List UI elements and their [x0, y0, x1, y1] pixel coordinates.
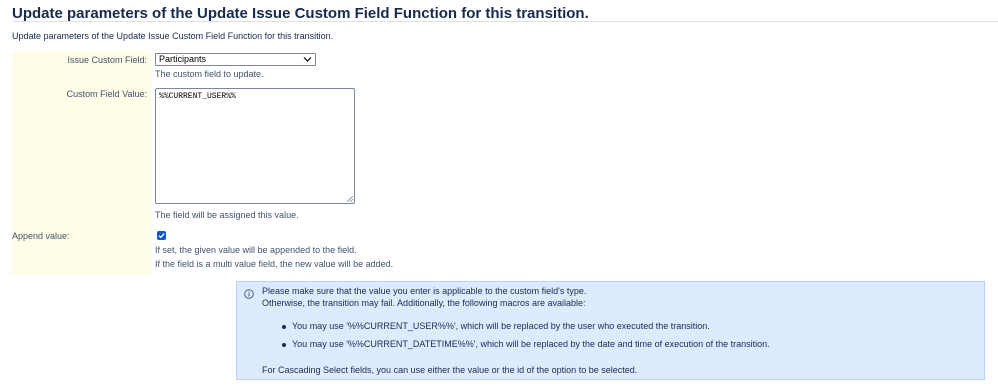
- resize-grip-icon[interactable]: [346, 195, 354, 203]
- custom-field-value-text: %%CURRENT_USER%%: [159, 92, 236, 101]
- append-value-label: Append value:: [12, 231, 70, 241]
- info-panel: Please make sure that the value you ente…: [236, 281, 985, 380]
- page-description: Update parameters of the Update Issue Cu…: [12, 31, 334, 41]
- info-footer: For Cascading Select fields, you can use…: [262, 365, 638, 375]
- form-label-column: Issue Custom Field: Custom Field Value: …: [12, 51, 151, 275]
- bullet-marker: [282, 343, 286, 347]
- info-line-2: Otherwise, the transition may fail. Addi…: [262, 298, 586, 308]
- append-help-line-2: If the field is a multi value field, the…: [155, 259, 394, 269]
- checkmark-icon: [158, 233, 165, 239]
- custom-field-value-textarea[interactable]: %%CURRENT_USER%%: [155, 88, 355, 204]
- info-bullet-1: You may use '%%CURRENT_USER%%', which wi…: [292, 321, 710, 331]
- bullet-marker: [282, 325, 286, 329]
- info-icon: [244, 286, 254, 299]
- title-divider: [12, 21, 998, 22]
- custom-field-help: The custom field to update.: [155, 69, 264, 79]
- append-value-checkbox[interactable]: [157, 231, 166, 240]
- field-value-help: The field will be assigned this value.: [155, 210, 299, 220]
- chevron-down-icon: [303, 54, 312, 68]
- custom-field-label: Issue Custom Field:: [67, 55, 147, 65]
- info-bullet-2: You may use '%%CURRENT_DATETIME%%', whic…: [292, 339, 770, 349]
- custom-field-select[interactable]: Participants: [155, 53, 316, 66]
- field-value-label: Custom Field Value:: [66, 89, 147, 99]
- append-help-line-1: If set, the given value will be appended…: [155, 245, 357, 255]
- custom-field-selected-value: Participants: [159, 54, 207, 64]
- info-line-1: Please make sure that the value you ente…: [262, 286, 587, 296]
- page-title: Update parameters of the Update Issue Cu…: [12, 5, 589, 22]
